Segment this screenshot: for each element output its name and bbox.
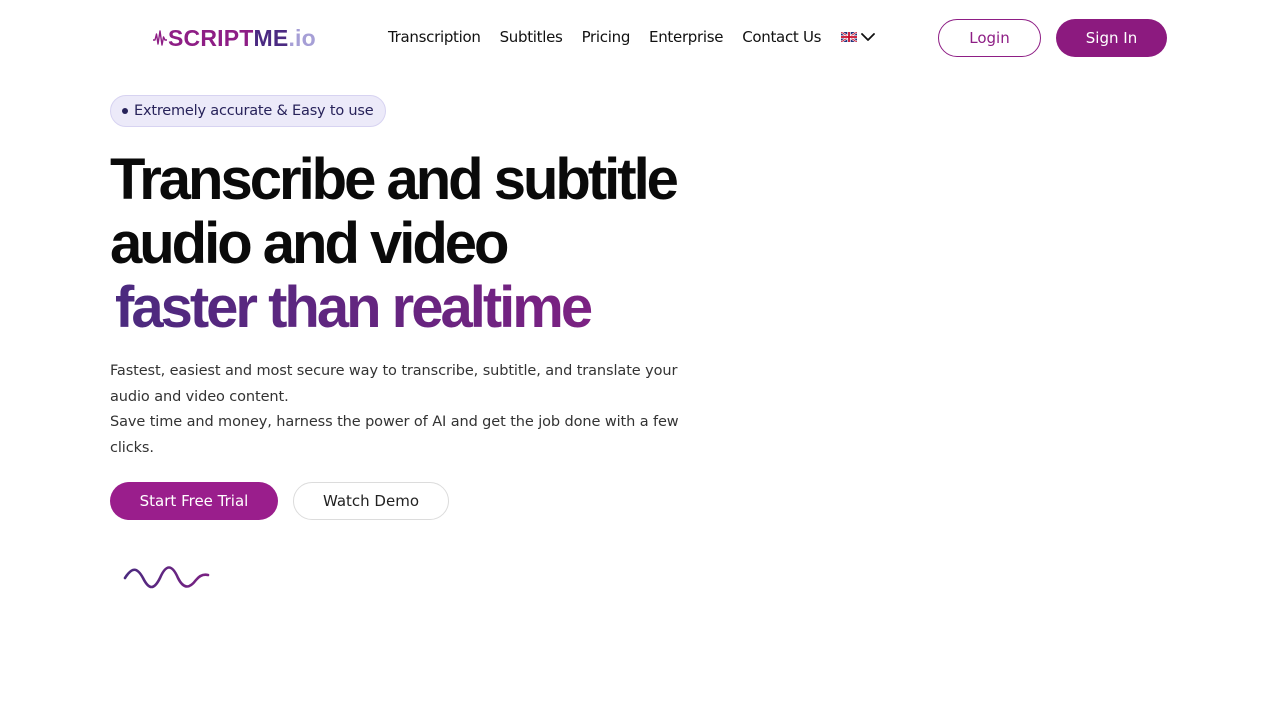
main-nav: Transcription Subtitles Pricing Enterpri… [388,26,876,48]
badge-dot [122,108,128,114]
sound-wave-icon [123,566,210,589]
sign-in-button[interactable]: Sign In [1056,19,1167,57]
hero-description: Fastest, easiest and most secure way to … [110,359,690,462]
audio-wave-icon [153,30,167,46]
nav-subtitles[interactable]: Subtitles [500,28,563,46]
hero-title: Transcribe and subtitle audio and video … [110,148,710,340]
hero-title-line-2: audio and video [110,211,510,276]
site-header: SCRIPTME.io Transcription Subtitles Pric… [0,0,1280,76]
logo-part-me: ME [253,24,289,51]
language-selector[interactable] [841,32,876,42]
hero-title-accent: faster than realtime [110,276,710,340]
logo[interactable]: SCRIPTME.io [153,24,316,52]
nav-pricing[interactable]: Pricing [582,28,631,46]
logo-part-script: SCRIPT [168,24,254,51]
watch-demo-button[interactable]: Watch Demo [293,482,449,520]
chevron-down-icon [861,33,876,41]
logo-text: SCRIPTME.io [168,24,316,51]
hero-title-line-1: Transcribe and subtitle [110,147,679,212]
hero-description-line-2: Save time and money, harness the power o… [110,414,679,457]
login-button[interactable]: Login [938,19,1041,57]
badge-text: Extremely accurate & Easy to use [134,103,374,119]
hero-description-line-1: Fastest, easiest and most secure way to … [110,363,678,405]
feature-badge: Extremely accurate & Easy to use [110,95,386,127]
logo-part-io: .io [288,24,316,51]
nav-enterprise[interactable]: Enterprise [649,28,723,46]
nav-contact-us[interactable]: Contact Us [742,28,821,46]
uk-flag-icon [841,32,858,42]
start-free-trial-button[interactable]: Start Free Trial [110,482,278,520]
nav-transcription[interactable]: Transcription [388,28,481,46]
page: SCRIPTME.io Transcription Subtitles Pric… [0,0,1280,720]
